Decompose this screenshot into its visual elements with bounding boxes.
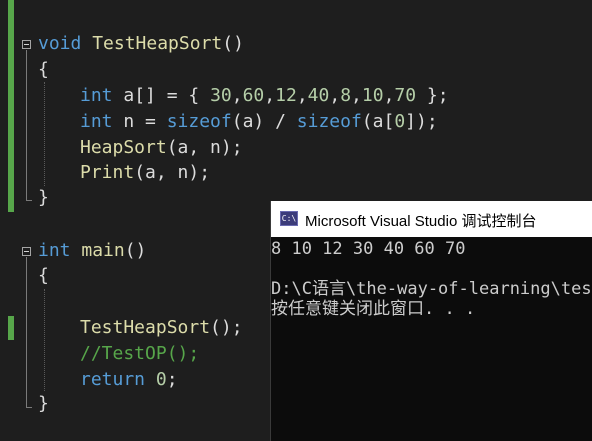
code-token: , [296,85,308,106]
code-line: //TestOP(); [80,343,199,365]
code-line: Print(a, n); [80,162,210,184]
code-line: void TestHeapSort() [38,33,244,55]
console-title: Microsoft Visual Studio 调试控制台 [305,213,537,230]
code-token: 0 [394,111,406,132]
collapse-icon[interactable] [22,40,31,49]
code-token: (a, n); [134,162,211,183]
code-token: TestHeapSort [92,33,223,54]
code-token: () [124,240,147,261]
debug-console-window[interactable]: C:\ Microsoft Visual Studio 调试控制台 8 10 1… [270,201,592,441]
code-token: sizeof [296,111,362,132]
console-title-bar[interactable]: C:\ Microsoft Visual Studio 调试控制台 [271,201,592,237]
code-token: 10 [361,85,384,106]
code-token: , [383,85,395,106]
code-token: } [38,187,49,208]
collapse-icon[interactable] [22,247,31,256]
code-token: ]); [405,111,438,132]
code-token: , [264,85,276,106]
code-line: TestHeapSort(); [80,317,243,339]
code-token: , [231,85,243,106]
code-token: TestHeapSort [80,317,211,338]
console-output-line: 按任意键关闭此窗口. . . [271,299,476,319]
code-line: } [38,393,49,415]
code-token: 40 [307,85,330,106]
code-token: 30 [210,85,232,106]
code-token: int [80,111,113,132]
code-line: HeapSort(a, n); [80,137,243,159]
code-token: Print [80,162,135,183]
code-line: return 0; [80,369,178,391]
code-token: 12 [275,85,297,106]
code-token: sizeof [166,111,232,132]
fold-end [26,200,32,201]
code-token: //TestOP(); [80,343,200,364]
console-output-line: 8 10 12 30 40 60 70 [271,239,466,259]
code-token: main [81,240,125,261]
code-token: , [351,85,362,106]
code-line: { [38,59,49,81]
code-line: } [38,187,49,209]
indent-guide [44,82,45,186]
code-token: a[] = { [112,85,211,106]
code-token: void [38,33,82,54]
code-line: int a[] = { 30,60,12,40,8,10,70 }; [80,85,449,107]
change-marker [8,316,14,340]
code-token: 8 [340,85,352,106]
change-marker [8,0,14,212]
code-token: int [38,240,71,261]
code-token: , [329,85,341,106]
code-token: 0 [155,369,167,390]
code-token: (a[ [361,111,395,132]
indent-guide [44,289,45,391]
fold-line [26,50,27,200]
code-token: { [38,265,49,286]
code-token: return [80,369,146,390]
console-app-icon: C:\ [280,211,298,226]
code-token: n = [112,111,167,132]
code-token: (a, n); [166,137,243,158]
code-line: int main() [38,240,146,262]
code-token: (a) / [231,111,297,132]
code-token: ; [166,369,178,390]
code-token: 70 [394,85,417,106]
code-line: { [38,265,49,287]
code-token: } [38,393,49,414]
code-token: (); [210,317,243,338]
fold-line [26,257,27,407]
code-token: }; [416,85,449,106]
code-token: 60 [242,85,265,106]
code-token: int [80,85,113,106]
code-token: HeapSort [80,137,167,158]
fold-end [26,407,32,408]
code-line: int n = sizeof(a) / sizeof(a[0]); [80,111,438,133]
code-token: { [38,59,49,80]
code-token: () [222,33,244,54]
console-output-line: D:\C语言\the-way-of-learning\test [271,279,592,299]
